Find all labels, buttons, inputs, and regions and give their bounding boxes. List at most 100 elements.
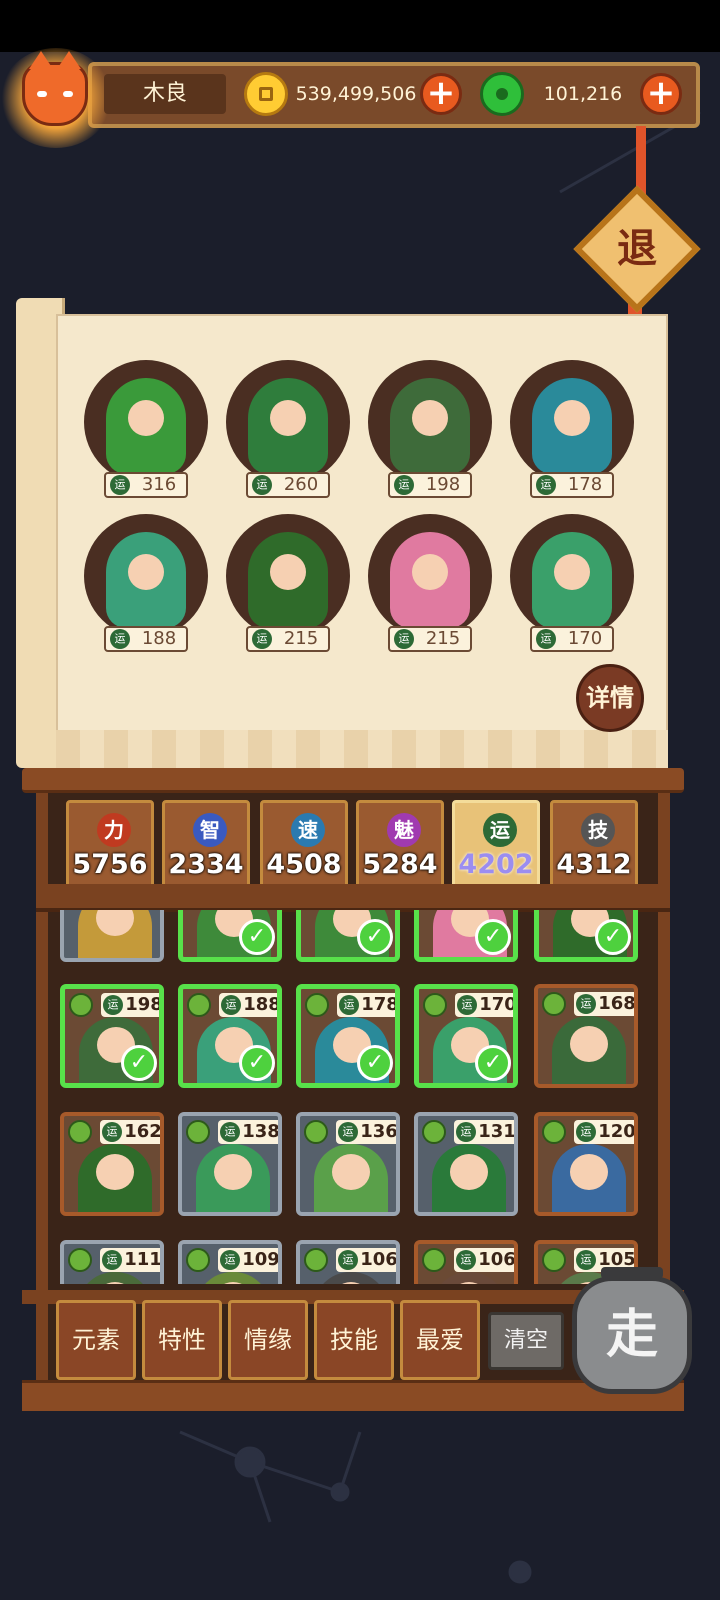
- exit-button[interactable]: 退: [592, 204, 682, 294]
- luck-value: 188: [243, 994, 281, 1015]
- luck-stat-icon: 运: [456, 1122, 476, 1142]
- hero-roster-grid[interactable]: ✓ ✓ ✓ ✓ 运 198 ✓ 运 188 ✓ 运 178 ✓ 运 170 ✓ 运 168 运 162 运 138 运 136…: [48, 910, 658, 1284]
- luck-value: 170: [479, 994, 517, 1015]
- luck-value: 131: [478, 1121, 516, 1142]
- selected-hero-portrait[interactable]: [510, 360, 634, 484]
- hero-card[interactable]: 运 131: [414, 1112, 518, 1216]
- hero-card[interactable]: 运 109: [178, 1240, 282, 1284]
- hero-face: [554, 554, 590, 590]
- hero-card[interactable]: 运 111: [60, 1240, 164, 1284]
- luck-badge: 运 316: [104, 472, 188, 498]
- hero-card[interactable]: ✓: [296, 910, 400, 962]
- luck-stat-icon: 运: [338, 1250, 358, 1270]
- luck-value: 138: [242, 1121, 280, 1142]
- luck-badge: 运 106: [454, 1248, 514, 1272]
- stat-tab[interactable]: 技 4312: [550, 800, 638, 888]
- hero-card[interactable]: 运 136: [296, 1112, 400, 1216]
- add-gold-button[interactable]: +: [420, 73, 462, 115]
- hero-card[interactable]: [60, 910, 164, 962]
- luck-badge: 运 178: [530, 472, 614, 498]
- add-jade-button[interactable]: +: [640, 73, 682, 115]
- hero-card[interactable]: 运 188 ✓: [178, 984, 282, 1088]
- luck-stat-icon: 运: [394, 475, 414, 495]
- selected-hero-portrait[interactable]: [226, 514, 350, 638]
- luck-value: 215: [425, 628, 461, 649]
- filter-button[interactable]: 情缘: [228, 1300, 308, 1380]
- luck-badge: 运 136: [336, 1120, 396, 1144]
- selected-hero-portrait[interactable]: [368, 360, 492, 484]
- luck-badge: 运 198: [101, 993, 159, 1017]
- hero-face: [554, 400, 590, 436]
- stat-icon: 速: [291, 813, 325, 847]
- stat-tab[interactable]: 魅 5284: [356, 800, 444, 888]
- hero-face: [412, 554, 448, 590]
- luck-stat-icon: 运: [576, 1122, 596, 1142]
- hero-face: [570, 1026, 608, 1062]
- gold-amount: 539,499,506: [295, 83, 417, 105]
- hero-card[interactable]: 运 170 ✓: [414, 984, 518, 1088]
- element-leaf-icon: [186, 1120, 210, 1144]
- luck-value: 168: [598, 993, 636, 1014]
- go-button[interactable]: 走: [572, 1267, 692, 1394]
- luck-stat-icon: 运: [338, 1122, 358, 1142]
- stat-tab[interactable]: 运 4202: [452, 800, 540, 888]
- luck-badge: 运 138: [218, 1120, 280, 1144]
- filter-button[interactable]: 最爱: [400, 1300, 480, 1380]
- luck-badge: 运 170: [455, 993, 517, 1017]
- luck-stat-icon: 运: [457, 995, 477, 1015]
- selected-hero-portrait[interactable]: [226, 360, 350, 484]
- hero-card[interactable]: 运 106: [296, 1240, 400, 1284]
- luck-stat-icon: 运: [339, 995, 359, 1015]
- luck-badge: 运 188: [104, 626, 188, 652]
- filter-button[interactable]: 技能: [314, 1300, 394, 1380]
- selected-hero-portrait[interactable]: [368, 514, 492, 638]
- hero-face: [570, 1154, 608, 1190]
- element-leaf-icon: [68, 1248, 92, 1272]
- selected-check-icon: ✓: [357, 1045, 393, 1081]
- hero-card[interactable]: ✓: [178, 910, 282, 962]
- hero-card[interactable]: 运 162: [60, 1112, 164, 1216]
- element-leaf-icon: [187, 993, 211, 1017]
- fox-mask-avatar-icon[interactable]: [22, 51, 88, 126]
- hero-card[interactable]: 运 168: [534, 984, 638, 1088]
- filter-button[interactable]: 特性: [142, 1300, 222, 1380]
- hero-face: [332, 1154, 370, 1190]
- player-name: 木良: [104, 74, 226, 114]
- luck-stat-icon: 运: [536, 475, 556, 495]
- hero-card[interactable]: 运 120: [534, 1112, 638, 1216]
- hero-card[interactable]: 运 106: [414, 1240, 518, 1284]
- hero-card[interactable]: ✓: [534, 910, 638, 962]
- selected-hero-portrait[interactable]: [510, 514, 634, 638]
- hero-card[interactable]: 运 178 ✓: [296, 984, 400, 1088]
- luck-stat-icon: 运: [456, 1250, 476, 1270]
- selected-hero-portrait[interactable]: [84, 514, 208, 638]
- hero-card[interactable]: 运 198 ✓: [60, 984, 164, 1088]
- avatar-eye-left: [37, 91, 47, 97]
- scroll-wave-border: [56, 730, 668, 770]
- stat-tab[interactable]: 智 2334: [162, 800, 250, 888]
- details-button[interactable]: 详情: [576, 664, 644, 732]
- cabinet-base: [22, 1380, 684, 1411]
- luck-value: 109: [242, 1249, 280, 1270]
- stat-total: 4202: [458, 849, 534, 880]
- luck-stat-icon: 运: [102, 1250, 122, 1270]
- stat-tab[interactable]: 速 4508: [260, 800, 348, 888]
- clear-button[interactable]: 清空: [488, 1312, 564, 1370]
- hero-card[interactable]: 运 138: [178, 1112, 282, 1216]
- luck-stat-icon: 运: [576, 994, 596, 1014]
- element-leaf-icon: [422, 1120, 446, 1144]
- stat-icon: 运: [483, 813, 517, 847]
- luck-value: 188: [141, 628, 177, 649]
- stat-tab[interactable]: 力 5756: [66, 800, 154, 888]
- luck-badge: 运 131: [454, 1120, 516, 1144]
- luck-badge: 运 162: [100, 1120, 160, 1144]
- selected-check-icon: ✓: [357, 919, 393, 955]
- luck-stat-icon: 运: [252, 629, 272, 649]
- selected-hero-portrait[interactable]: [84, 360, 208, 484]
- filter-button[interactable]: 元素: [56, 1300, 136, 1380]
- luck-stat-icon: 运: [576, 1250, 596, 1270]
- status-bar-area: [0, 0, 720, 52]
- hero-card[interactable]: ✓: [414, 910, 518, 962]
- luck-badge: 运 120: [574, 1120, 634, 1144]
- luck-badge: 运 178: [337, 993, 395, 1017]
